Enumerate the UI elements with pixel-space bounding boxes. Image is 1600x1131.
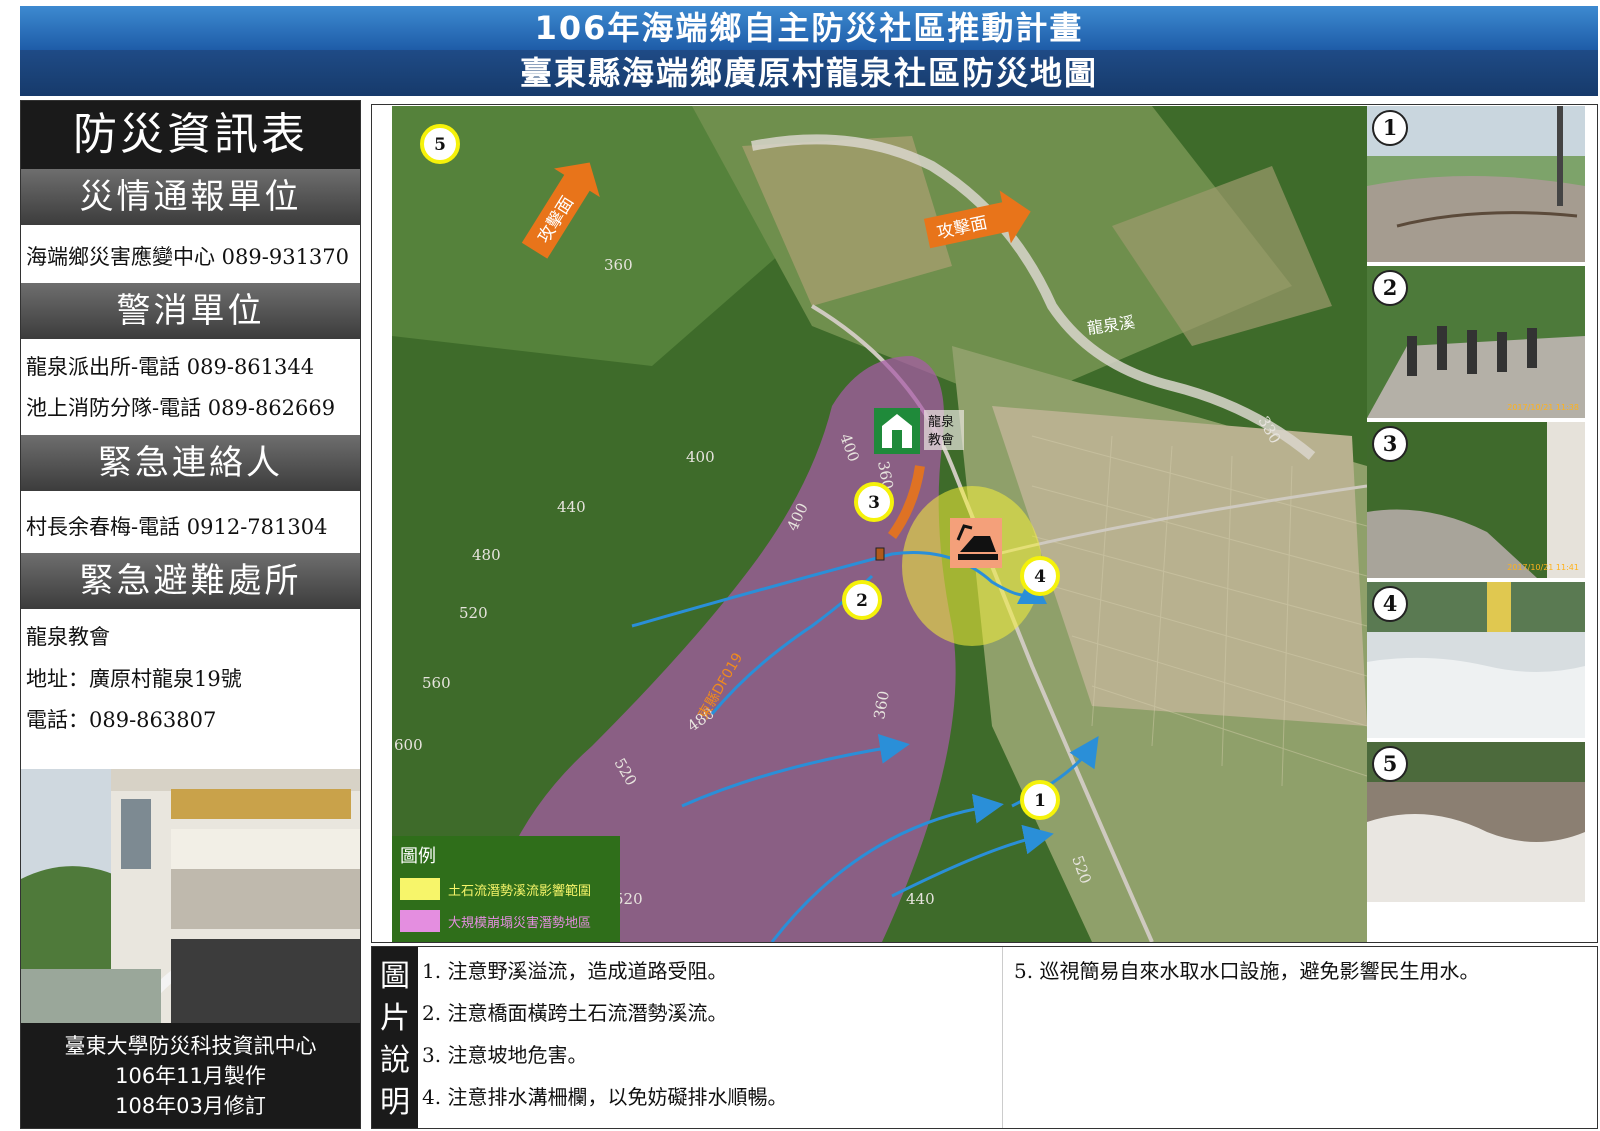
note-item-3: 3. 注意坡地危害。 (422, 1043, 588, 1067)
photo-2[interactable]: 2 2017/10/21 11:38 (1367, 266, 1585, 418)
section-heading-report-unit: 災情通報單位 (21, 169, 360, 225)
photo-5[interactable]: 5 (1367, 742, 1585, 902)
note-item-5: 5. 巡視簡易自來水取水口設施，避免影響民生用水。 (1014, 959, 1480, 983)
note-item-2: 2. 注意橋面橫跨土石流潛勢溪流。 (422, 1001, 728, 1025)
photo-4[interactable]: 4 (1367, 582, 1585, 738)
photo-2-timestamp: 2017/10/21 11:38 (1507, 403, 1579, 412)
report-unit-line: 海端鄉災害應變中心 089-931370 (26, 245, 350, 269)
page-subtitle: 臺東縣海端鄉廣原村龍泉社區防災地圖 (20, 50, 1598, 96)
shelter-map-label-1: 龍泉 (928, 414, 954, 430)
svg-text:480: 480 (472, 546, 501, 564)
legend-label-landslide: 大規模崩塌災害潛勢地區 (448, 916, 592, 931)
police-line: 龍泉派出所-電話 089-861344 (26, 355, 315, 379)
map-marker-3[interactable]: 3 (854, 482, 894, 522)
photo-3-timestamp: 2017/10/21 11:41 (1507, 563, 1579, 572)
notes-side-char-4: 明 (380, 1085, 410, 1120)
photo-1-number: 1 (1372, 110, 1408, 146)
footer-org: 臺東大學防災科技資訊中心 (64, 1034, 317, 1058)
svg-text:5: 5 (434, 135, 446, 155)
map-marker-2[interactable]: 2 (842, 580, 882, 620)
photo-1[interactable]: 1 (1367, 106, 1585, 262)
svg-text:560: 560 (422, 674, 451, 692)
legend-swatch-pink (400, 910, 440, 932)
shelter-address: 地址：廣原村龍泉19號 (26, 667, 242, 691)
svg-text:1: 1 (1034, 791, 1046, 811)
photo-notes: 圖 片 說 明 1. 注意野溪溢流，造成道路受阻。 2. 注意橋面橫跨土石流潛勢… (371, 946, 1598, 1129)
footer-made-date: 106年11月製作 (115, 1064, 266, 1088)
section-heading-police-fire: 警消單位 (21, 283, 360, 339)
shelter-name: 龍泉教會 (26, 625, 110, 649)
photo-3-number: 3 (1372, 426, 1408, 462)
shelter-phone: 電話：089-863807 (26, 708, 217, 732)
svg-text:2: 2 (856, 591, 868, 611)
map-marker-4[interactable]: 4 (1020, 556, 1060, 596)
page-title: 106年海端鄉自主防災社區推動計畫 (20, 6, 1598, 50)
photo-4-number: 4 (1372, 586, 1408, 622)
map-legend: 圖例 土石流潛勢溪流影響範圍 大規模崩塌災害潛勢地區 (392, 836, 620, 942)
photo-2-number: 2 (1372, 270, 1408, 306)
note-item-4: 4. 注意排水溝柵欄，以免妨礙排水順暢。 (422, 1085, 788, 1109)
photo-strip: 1 2 2017/10/21 11:38 3 2017/10/21 11:41 … (1367, 106, 1585, 942)
section-heading-shelter: 緊急避難處所 (21, 553, 360, 609)
notes-side-char-1: 圖 (380, 959, 410, 994)
section-heading-emergency-contact: 緊急連絡人 (21, 435, 360, 491)
excavator-icon (950, 518, 1002, 568)
svg-text:3: 3 (868, 493, 880, 513)
map-marker-1[interactable]: 1 (1020, 780, 1060, 820)
notes-side-label: 圖 片 說 明 (372, 947, 418, 1128)
photo-5-number: 5 (1372, 746, 1408, 782)
svg-text:520: 520 (459, 604, 488, 622)
notes-side-char-2: 片 (380, 1001, 410, 1036)
map-marker-5[interactable]: 5 (420, 124, 460, 164)
shelter-map-label-2: 教會 (928, 432, 954, 448)
info-panel: 防災資訊表 災情通報單位 海端鄉災害應變中心 089-931370 警消單位 龍… (20, 100, 361, 1129)
note-item-1: 1. 注意野溪溢流，造成道路受阻。 (422, 959, 728, 983)
legend-label-debris-flow: 土石流潛勢溪流影響範圍 (448, 884, 592, 899)
map-view[interactable]: 360 400 400 440 480 520 560 600 400 360 … (392, 106, 1367, 942)
info-panel-title: 防災資訊表 (21, 101, 360, 169)
svg-text:400: 400 (686, 448, 715, 466)
footer-revised-date: 108年03月修訂 (115, 1094, 266, 1118)
legend-title: 圖例 (400, 846, 436, 867)
bridge-marker (875, 547, 885, 561)
svg-text:360: 360 (604, 256, 633, 274)
photo-3[interactable]: 3 2017/10/21 11:41 (1367, 422, 1585, 578)
emergency-contact-line: 村長余春梅-電話 0912-781304 (26, 515, 328, 539)
shelter-icon (874, 408, 920, 454)
shelter-photo (21, 769, 360, 1023)
notes-divider (1002, 947, 1003, 1128)
info-panel-footer: 臺東大學防災科技資訊中心 106年11月製作 108年03月修訂 (21, 1023, 360, 1128)
notes-side-char-3: 說 (380, 1043, 410, 1078)
svg-text:4: 4 (1034, 567, 1046, 587)
svg-text:440: 440 (557, 498, 586, 516)
svg-text:600: 600 (394, 736, 423, 754)
legend-swatch-yellow (400, 878, 440, 900)
svg-text:440: 440 (906, 890, 935, 908)
fire-line: 池上消防分隊-電話 089-862669 (26, 396, 336, 420)
